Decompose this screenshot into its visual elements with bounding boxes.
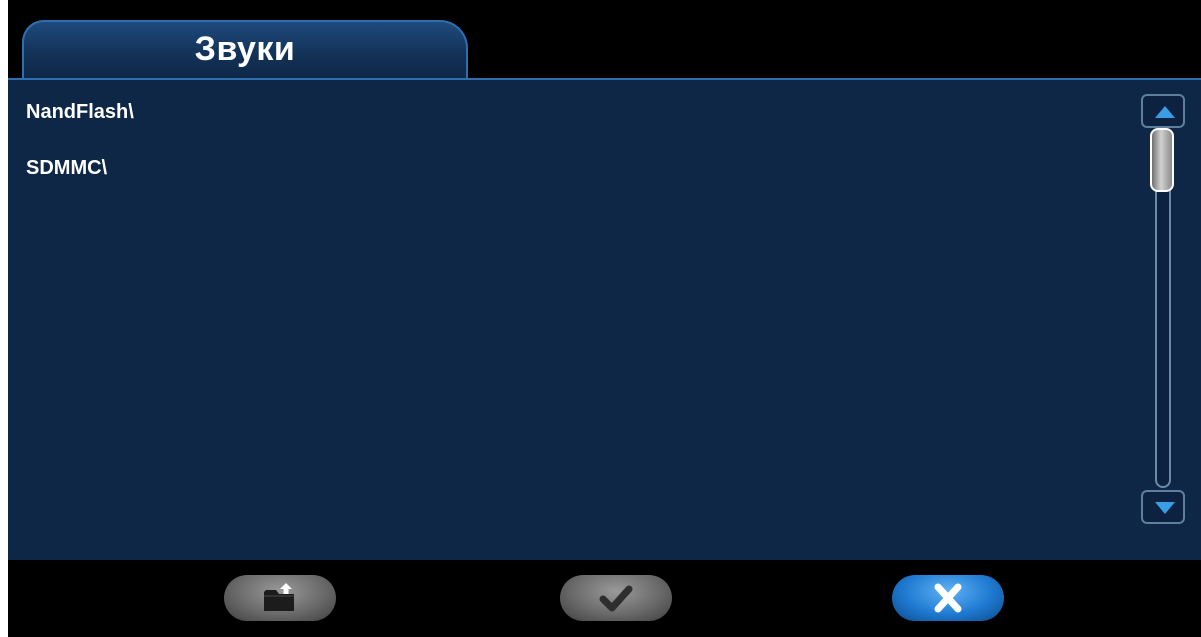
- vertical-scrollbar[interactable]: [1141, 94, 1185, 524]
- file-list: NandFlash\ SDMMC\: [26, 98, 134, 210]
- tab-strip: Звуки: [8, 0, 1201, 80]
- list-item-sdmmc[interactable]: SDMMC\: [26, 154, 134, 210]
- scroll-up-button[interactable]: [1141, 94, 1185, 128]
- cancel-button[interactable]: [892, 575, 1004, 621]
- tab-sounds[interactable]: Звуки: [22, 20, 468, 80]
- confirm-button[interactable]: [560, 575, 672, 621]
- triangle-down-icon: [1155, 502, 1175, 514]
- tab-title: Звуки: [194, 30, 296, 68]
- list-item-nandflash[interactable]: NandFlash\: [26, 98, 134, 154]
- folder-up-icon: [264, 583, 294, 611]
- scroll-down-button[interactable]: [1141, 490, 1185, 524]
- parent-folder-button[interactable]: [224, 575, 336, 621]
- scroll-thumb[interactable]: [1150, 128, 1174, 192]
- file-browser-panel: NandFlash\ SDMMC\: [8, 78, 1201, 560]
- checkmark-icon: [599, 585, 633, 612]
- triangle-up-icon: [1155, 106, 1175, 118]
- sounds-dialog: Звуки NandFlash\ SDMMC\: [8, 0, 1201, 637]
- action-bar: [8, 560, 1201, 637]
- close-icon: [934, 583, 962, 613]
